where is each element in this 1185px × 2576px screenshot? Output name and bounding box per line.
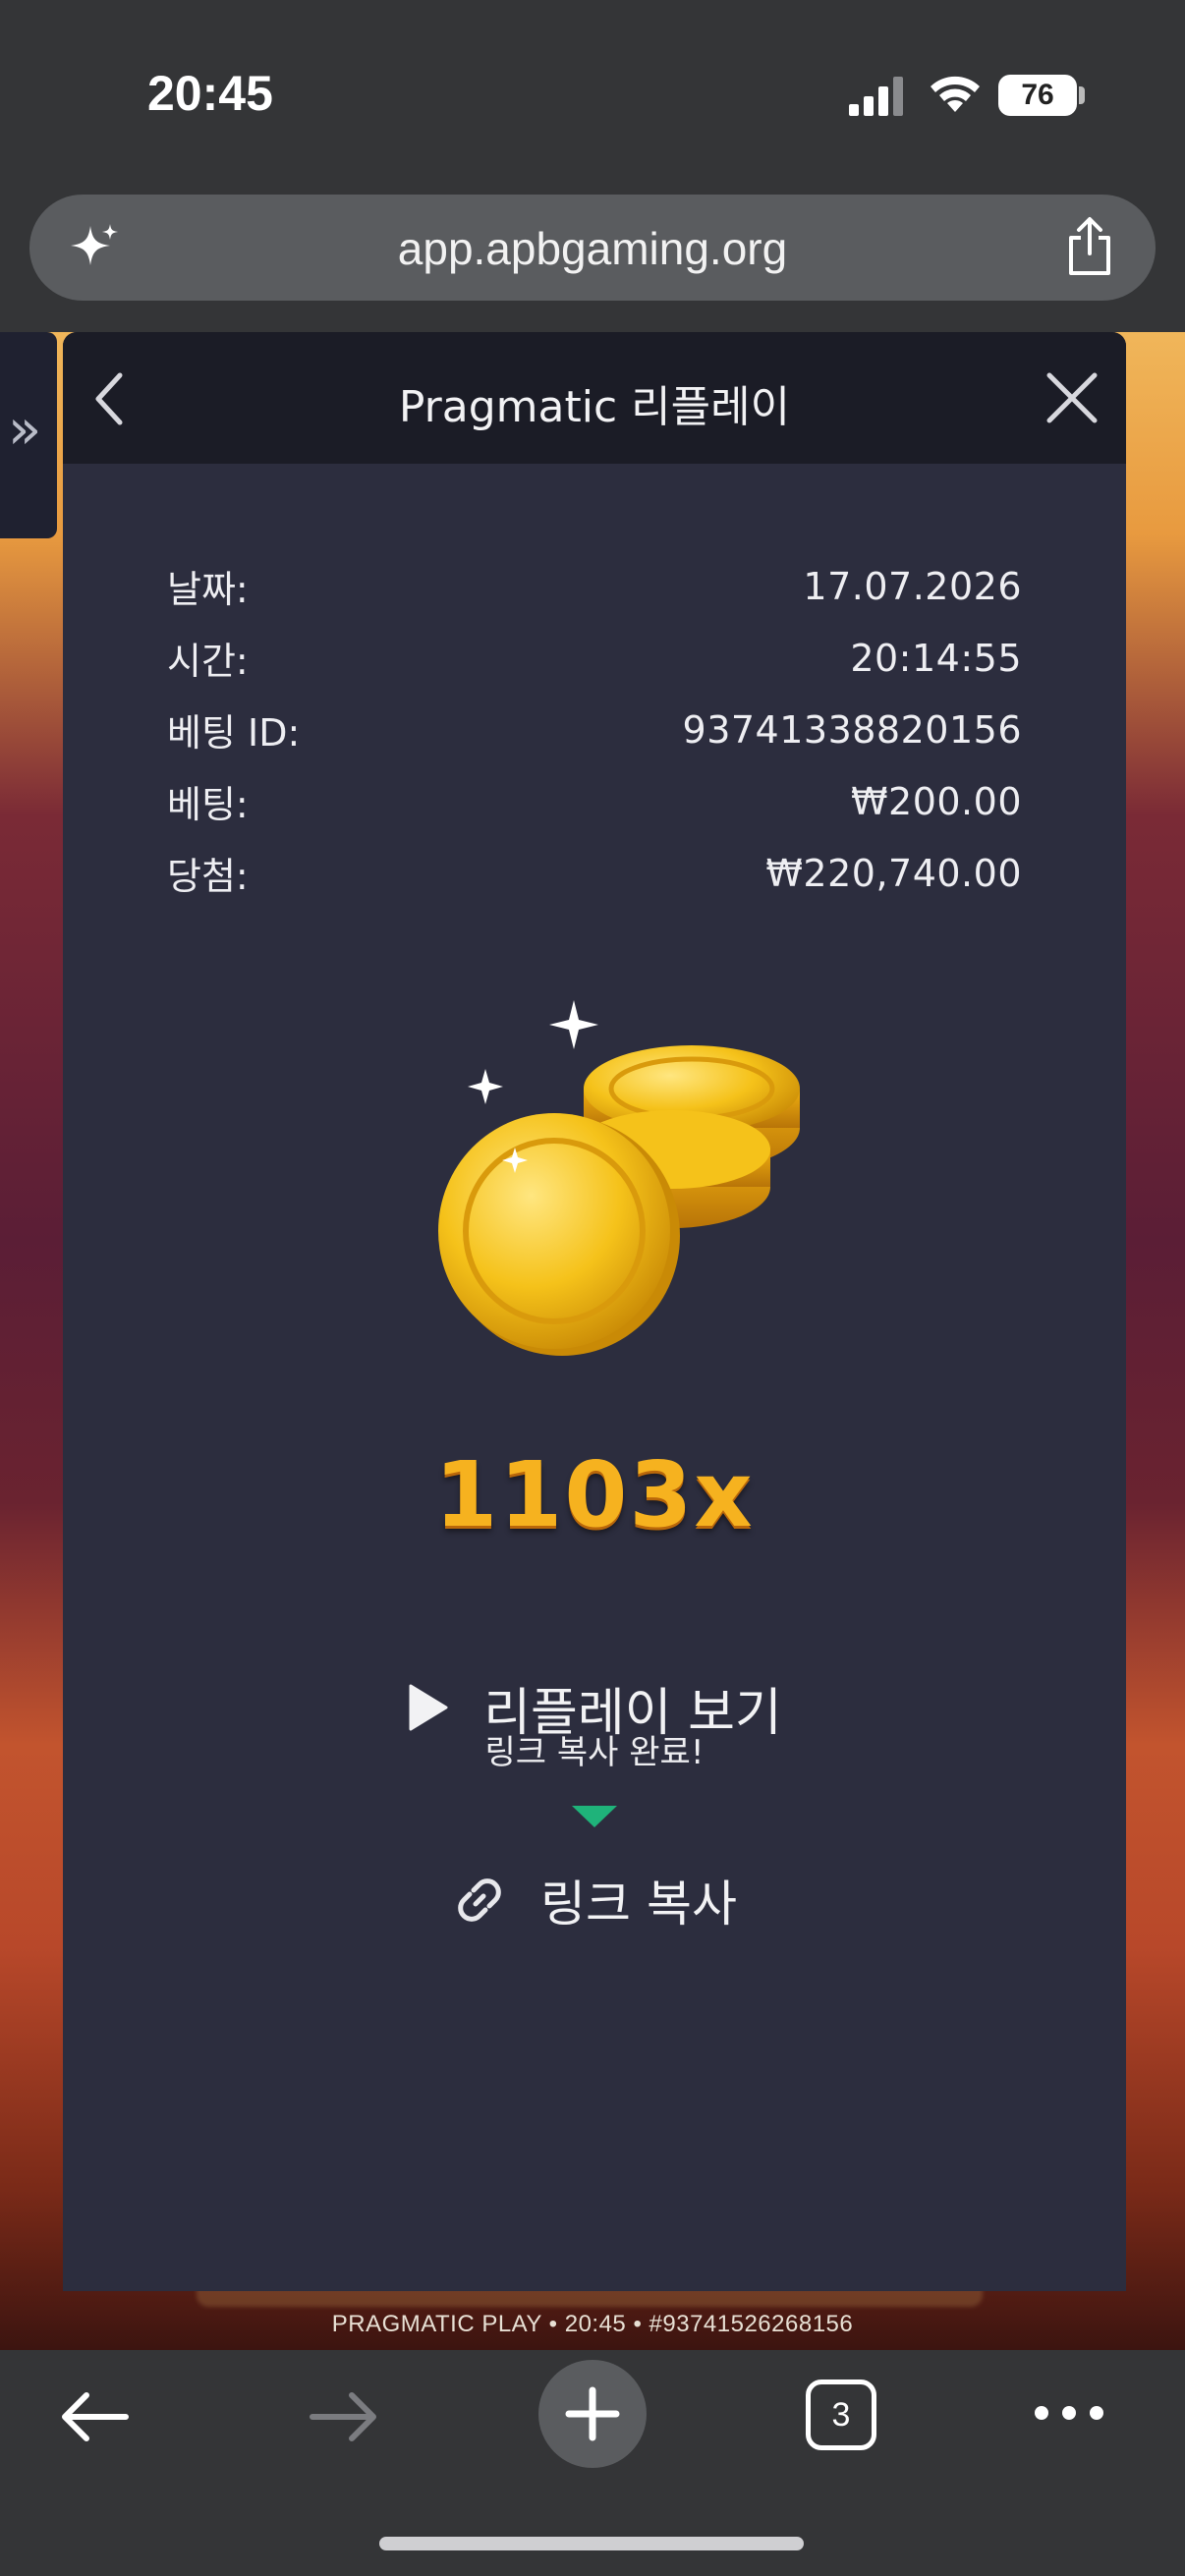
info-label: 시간: xyxy=(167,640,249,683)
info-row-bet: 베팅: ₩200.00 xyxy=(167,765,1022,837)
info-value: ₩220,740.00 xyxy=(765,851,1022,895)
share-icon[interactable] xyxy=(1063,216,1116,277)
forward-arrow-icon[interactable] xyxy=(307,2389,381,2444)
info-label: 베팅: xyxy=(167,783,249,826)
url-text[interactable]: app.apbgaming.org xyxy=(29,222,1156,275)
info-value: 93741338820156 xyxy=(682,707,1022,752)
info-value: 17.07.2026 xyxy=(803,564,1022,608)
win-multiplier: 1103x xyxy=(434,1442,755,1547)
modal-header: Pragmatic 리플레이 xyxy=(63,332,1126,464)
info-row-win: 당첨: ₩220,740.00 xyxy=(167,837,1022,909)
more-icon[interactable] xyxy=(1032,2393,1106,2433)
plus-icon xyxy=(565,2386,620,2441)
double-chevron-right-icon[interactable]: » xyxy=(8,398,41,462)
info-row-date: 날짜: 17.07.2026 xyxy=(167,550,1022,622)
tabs-button[interactable]: 3 xyxy=(806,2380,876,2450)
replay-modal: Pragmatic 리플레이 날짜: 17.07.2026 시간: 20:14:… xyxy=(63,332,1126,2291)
gold-coins-icon xyxy=(438,1000,800,1356)
info-label: 당첨: xyxy=(167,855,249,898)
home-indicator[interactable] xyxy=(379,2537,804,2550)
copy-link-label: 링크 복사 xyxy=(540,1876,737,1932)
bet-info-table: 날짜: 17.07.2026 시간: 20:14:55 베팅 ID: 93741… xyxy=(167,550,1022,909)
copy-link-button[interactable]: 링크 복사 xyxy=(63,1861,1126,1939)
info-row-time: 시간: 20:14:55 xyxy=(167,622,1022,694)
battery-indicator: 76 xyxy=(998,75,1077,116)
back-arrow-icon[interactable] xyxy=(57,2389,132,2444)
url-bar[interactable]: app.apbgaming.org xyxy=(29,195,1156,301)
status-bar: 20:45 76 xyxy=(0,0,1185,192)
info-value: 20:14:55 xyxy=(850,636,1022,680)
battery-tip xyxy=(1079,86,1085,104)
cellular-signal-icon xyxy=(849,77,903,116)
new-tab-button[interactable] xyxy=(538,2360,647,2468)
status-time: 20:45 xyxy=(147,66,273,121)
info-label: 날짜: xyxy=(167,568,249,611)
info-label: 베팅 ID: xyxy=(167,711,301,755)
close-icon[interactable] xyxy=(1044,369,1100,426)
info-row-bet-id: 베팅 ID: 93741338820156 xyxy=(167,694,1022,765)
link-icon xyxy=(458,1878,501,1922)
info-value: ₩200.00 xyxy=(850,779,1022,823)
toast-arrow-icon xyxy=(572,1806,617,1827)
background-footer-text: PRAGMATIC PLAY • 20:45 • #93741526268156 xyxy=(331,2311,854,2337)
link-copied-toast: 링크 복사 완료! xyxy=(484,1733,705,1772)
wifi-icon xyxy=(931,76,980,112)
modal-title: Pragmatic 리플레이 xyxy=(398,382,791,432)
